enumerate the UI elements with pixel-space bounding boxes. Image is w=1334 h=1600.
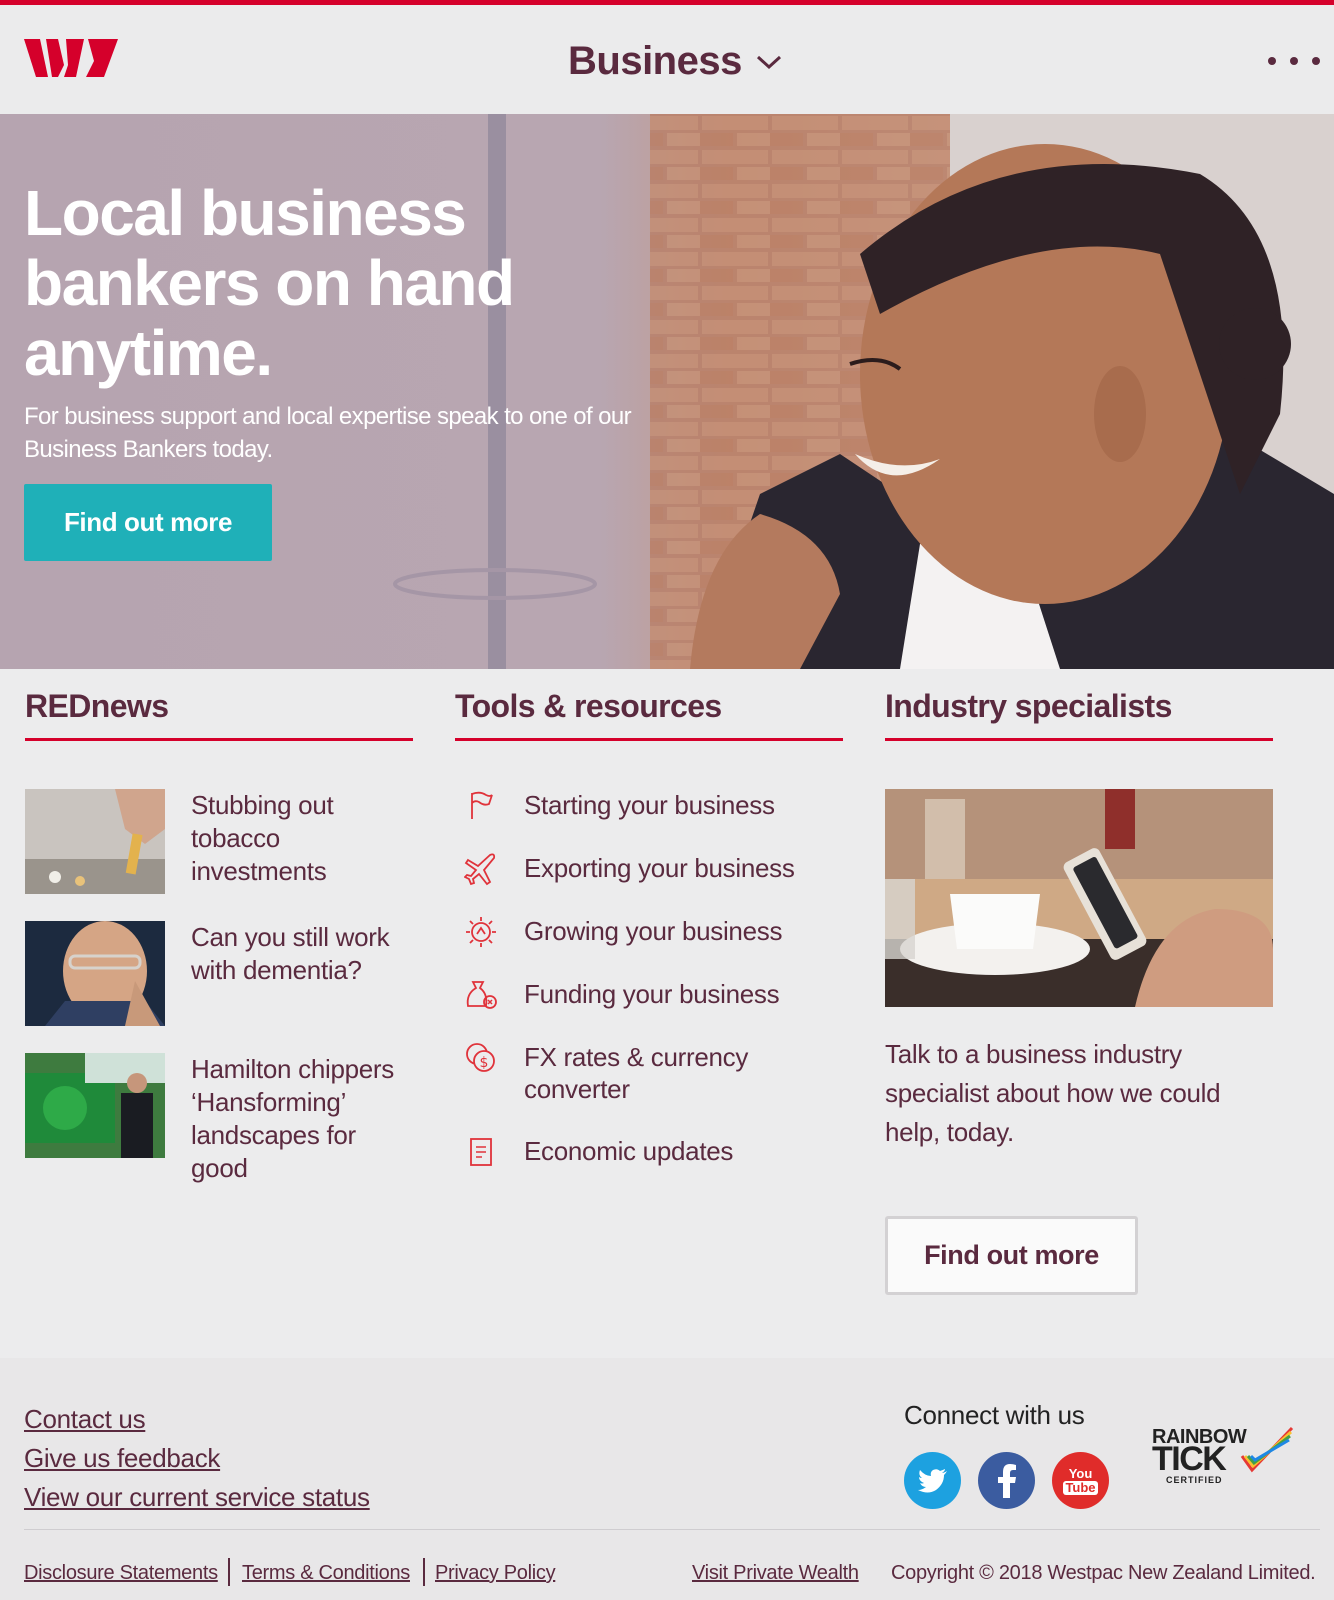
plane-icon	[464, 853, 496, 886]
site-header: Business	[0, 5, 1334, 114]
terms-conditions-link[interactable]: Terms & Conditions	[242, 1562, 410, 1584]
tools-heading: Tools & resources	[455, 688, 722, 724]
tool-label: Exporting your business	[524, 853, 795, 883]
tool-fx-rates[interactable]: $ FX rates & currency converter	[464, 1041, 834, 1105]
contact-us-link[interactable]: Contact us	[24, 1400, 370, 1439]
news-item-label: Can you still work with dementia?	[191, 922, 390, 985]
tool-funding-business[interactable]: Funding your business	[464, 978, 834, 1012]
news-thumbnail-cigarette	[25, 789, 165, 894]
tool-label: Funding your business	[524, 979, 780, 1009]
tool-starting-business[interactable]: Starting your business	[464, 789, 834, 823]
news-item-hamilton[interactable]: Hamilton chippers ‘Hansforming’ landscap…	[25, 1053, 405, 1185]
svg-text:$: $	[480, 1055, 489, 1071]
legal-privacy: Privacy Policy	[435, 1562, 556, 1585]
currency-icon: $	[466, 1043, 495, 1072]
news-thumbnail-chipper	[25, 1053, 165, 1158]
business-menu-label: Business	[568, 39, 742, 83]
document-icon	[470, 1138, 492, 1166]
legal-terms: Terms & Conditions	[242, 1562, 410, 1585]
legal-private-wealth: Visit Private Wealth	[692, 1562, 859, 1585]
footer-links: Contact us Give us feedback View our cur…	[24, 1400, 370, 1517]
industry-heading: Industry specialists	[885, 688, 1172, 724]
growth-icon	[466, 917, 496, 947]
tool-economic-updates[interactable]: Economic updates	[464, 1135, 834, 1169]
facebook-link[interactable]	[978, 1452, 1035, 1509]
twitter-icon	[917, 1468, 947, 1492]
section-divider	[25, 738, 413, 741]
news-item-label: Stubbing out tobacco investments	[191, 790, 334, 886]
tool-label: Growing your business	[524, 916, 783, 946]
feedback-link[interactable]: Give us feedback	[24, 1439, 370, 1478]
hero-title: Local business bankers on hand anytime.	[24, 177, 515, 389]
service-status-link[interactable]: View our current service status	[24, 1478, 370, 1517]
privacy-policy-link[interactable]: Privacy Policy	[435, 1562, 556, 1584]
section-divider	[455, 738, 843, 741]
flag-icon	[471, 791, 493, 819]
youtube-icon: You Tube	[1063, 1465, 1098, 1495]
news-item-label: Hamilton chippers ‘Hansforming’ landscap…	[191, 1054, 394, 1183]
tools-section: Tools & resources	[455, 688, 843, 741]
chevron-down-icon	[756, 55, 781, 69]
money-bag-icon	[466, 981, 497, 1009]
legal-disclosure: Disclosure Statements	[24, 1562, 218, 1585]
section-divider	[885, 738, 1273, 741]
rednews-section: REDnews	[25, 688, 413, 741]
disclosure-statements-link[interactable]: Disclosure Statements	[24, 1562, 218, 1584]
tool-exporting-business[interactable]: Exporting your business	[464, 852, 834, 886]
hero-find-out-more-button[interactable]: Find out more	[24, 484, 272, 561]
business-menu[interactable]: Business	[568, 39, 782, 84]
news-item-tobacco[interactable]: Stubbing out tobacco investments	[25, 789, 405, 894]
more-dot-icon	[1290, 57, 1298, 65]
more-dot-icon	[1268, 57, 1276, 65]
news-thumbnail-man	[25, 921, 165, 1026]
youtube-link[interactable]: You Tube	[1052, 1452, 1109, 1509]
westpac-logo[interactable]	[24, 37, 120, 79]
more-dot-icon	[1312, 57, 1320, 65]
more-menu-button[interactable]	[1268, 57, 1320, 65]
copyright-text: Copyright © 2018 Westpac New Zealand Lim…	[891, 1562, 1316, 1584]
hero-subtitle: For business support and local expertise…	[24, 403, 632, 463]
site-footer: Contact us Give us feedback View our cur…	[0, 1358, 1334, 1600]
facebook-icon	[997, 1463, 1016, 1498]
industry-section: Industry specialists	[885, 688, 1273, 741]
industry-text: Talk to a business industry specialist a…	[885, 1039, 1221, 1147]
tool-label: FX rates & currency converter	[524, 1042, 749, 1104]
footer-divider	[24, 1529, 1320, 1530]
hero-banner: Local business bankers on hand anytime. …	[0, 114, 1334, 669]
industry-find-out-more-button[interactable]: Find out more	[885, 1216, 1138, 1295]
rainbow-tick-logo[interactable]: RAINBOW TICK CERTIFIED	[1152, 1426, 1294, 1490]
twitter-link[interactable]	[904, 1452, 961, 1509]
rednews-heading: REDnews	[25, 688, 169, 724]
industry-photo-phone	[885, 789, 1273, 1007]
connect-with-us-label: Connect with us	[904, 1400, 1085, 1430]
news-item-dementia[interactable]: Can you still work with dementia?	[25, 921, 405, 1026]
private-wealth-link[interactable]: Visit Private Wealth	[692, 1562, 859, 1584]
tool-label: Starting your business	[524, 790, 775, 820]
tool-label: Economic updates	[524, 1136, 734, 1166]
tool-growing-business[interactable]: Growing your business	[464, 915, 834, 949]
rainbow-tick-icon	[1240, 1426, 1294, 1473]
legal-separator	[228, 1558, 230, 1586]
legal-separator	[423, 1558, 425, 1586]
